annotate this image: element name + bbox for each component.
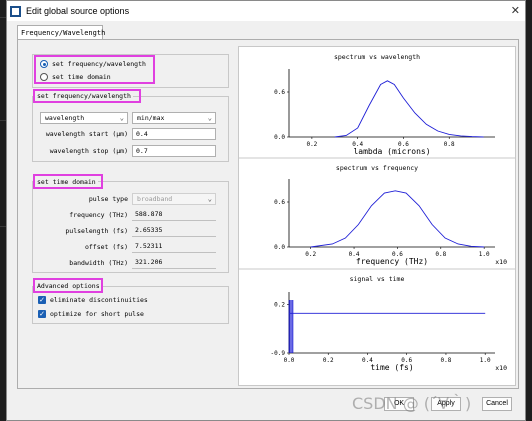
checkbox-eliminate-discontinuities[interactable]: ✓ eliminate discontinuities (38, 296, 148, 304)
x-tick-label: 0.8 (441, 357, 452, 364)
chevron-down-icon: ⌄ (207, 114, 212, 122)
close-icon[interactable]: ✕ (511, 4, 520, 17)
y-tick-label: 0.6 (274, 89, 285, 96)
series-line (334, 80, 484, 138)
series-line (310, 190, 485, 248)
frequency-label: frequency (THz) (69, 211, 128, 219)
cancel-button[interactable]: Cancel (482, 397, 512, 411)
highlight-box (33, 89, 141, 103)
pulselength-value: 2.65335 (132, 225, 216, 237)
pulselength-label: pulselength (fs) (65, 227, 128, 235)
pulse-type-label: pulse type (88, 195, 128, 203)
y-tick-label: 0.0 (274, 134, 285, 141)
dialog-window: Edit global source options ✕ Frequency/W… (6, 0, 526, 421)
x-tick-label: 0.2 (323, 357, 334, 364)
x-tick-label: 0.8 (444, 141, 455, 148)
title-bar: Edit global source options ✕ (7, 1, 525, 21)
y-tick-label: 0.2 (274, 301, 285, 308)
bandwidth-label: bandwidth (THz) (69, 259, 128, 267)
range-select[interactable]: min/max ⌄ (132, 112, 216, 124)
x-tick-label: 0.0 (284, 357, 295, 364)
window-title: Edit global source options (26, 6, 130, 16)
wavelength-start-input[interactable]: 0.4 (132, 128, 216, 140)
frequency-value: 588.878 (132, 209, 216, 221)
wavelength-stop-input[interactable]: 0.7 (132, 145, 216, 157)
x-tick-label: 0.8 (435, 251, 446, 258)
plots-svg: spectrum vs wavelength0.2 0.4 0.6 0.80.00.6… (239, 53, 515, 372)
plot-title: spectrum vs wavelength (334, 53, 420, 61)
x-scale-label: x10 (495, 258, 507, 266)
pulse-type-value: broadband (137, 195, 173, 203)
x-tick-label: 0.2 (306, 141, 317, 148)
y-tick-label: 0.0 (274, 244, 285, 251)
y-tick-label: -0.9 (271, 350, 286, 357)
checkbox-optimize-short-pulse[interactable]: ✓ optimize for short pulse (38, 310, 144, 318)
plot-title: signal vs time (350, 275, 405, 283)
offset-value: 7.52311 (132, 241, 216, 253)
y-tick-label: 0.6 (274, 199, 285, 206)
tab-pane: set frequency/wavelength set time domain… (17, 39, 519, 389)
checkbox-label: eliminate discontinuities (50, 296, 148, 304)
x-axis-label: frequency (THz) (356, 257, 428, 266)
checkmark-icon: ✓ (38, 310, 46, 318)
wavelength-start-label: wavelength start (μm) (45, 130, 128, 138)
x-scale-label: x10 (495, 364, 507, 372)
offset-label: offset (fs) (84, 243, 128, 251)
x-axis-label: time (fs) (370, 363, 413, 372)
chevron-down-icon: ⌄ (207, 195, 212, 203)
range-select-value: min/max (137, 114, 165, 122)
watermark: CSDN @ (´∀｀) (352, 394, 472, 413)
pulse-type-select: broadband ⌄ (132, 193, 216, 205)
x-tick-label: 1.0 (479, 251, 490, 258)
tab-frequency-wavelength[interactable]: Frequency/Wavelength (17, 25, 105, 40)
checkmark-icon: ✓ (38, 296, 46, 304)
parameter-select-value: wavelength (45, 114, 85, 122)
app-icon (10, 5, 21, 17)
chevron-down-icon: ⌄ (119, 114, 124, 122)
plot-title: spectrum vs frequency (336, 164, 418, 172)
background-window-edge-right (526, 0, 532, 421)
bandwidth-value: 321.206 (132, 257, 216, 269)
highlight-box (34, 55, 155, 84)
checkbox-label: optimize for short pulse (50, 310, 144, 318)
wavelength-stop-label: wavelength stop (μm) (49, 147, 128, 155)
parameter-select[interactable]: wavelength ⌄ (40, 112, 128, 124)
x-axis-label: lambda (microns) (353, 147, 430, 156)
highlight-box (33, 278, 103, 293)
x-tick-label: 1.0 (480, 357, 491, 364)
x-tick-label: 0.2 (305, 251, 316, 258)
highlight-box (33, 174, 103, 189)
plot-panel: spectrum vs wavelength 0.2 0.4 0.6 0.8 0.0 0.6… (238, 46, 516, 386)
